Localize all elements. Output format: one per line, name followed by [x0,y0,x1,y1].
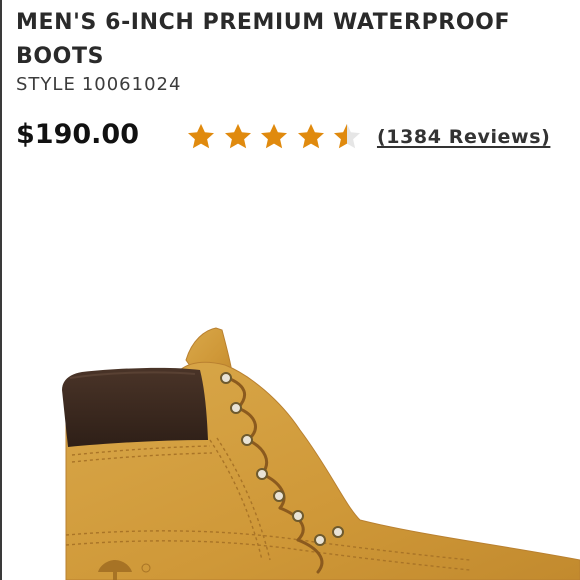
boot-collar [62,367,208,447]
product-title: MEN'S 6-INCH PREMIUM WATERPROOF BOOTS [16,10,511,69]
star-filled-icon [224,123,251,149]
star-rating [186,122,369,152]
reviews-link[interactable]: (1384 Reviews) [377,126,550,148]
star-half-icon [334,123,361,149]
star-filled-icon [188,123,214,149]
style-number: 10061024 [81,74,182,95]
style-label: STYLE [16,74,76,95]
product-style: STYLE 10061024 [16,74,187,95]
rating-summary: (1384 Reviews) [186,122,550,152]
product-price: $190.00 [16,119,139,150]
star-filled-icon [297,123,324,149]
product-image [62,327,580,580]
star-filled-icon [261,123,288,149]
